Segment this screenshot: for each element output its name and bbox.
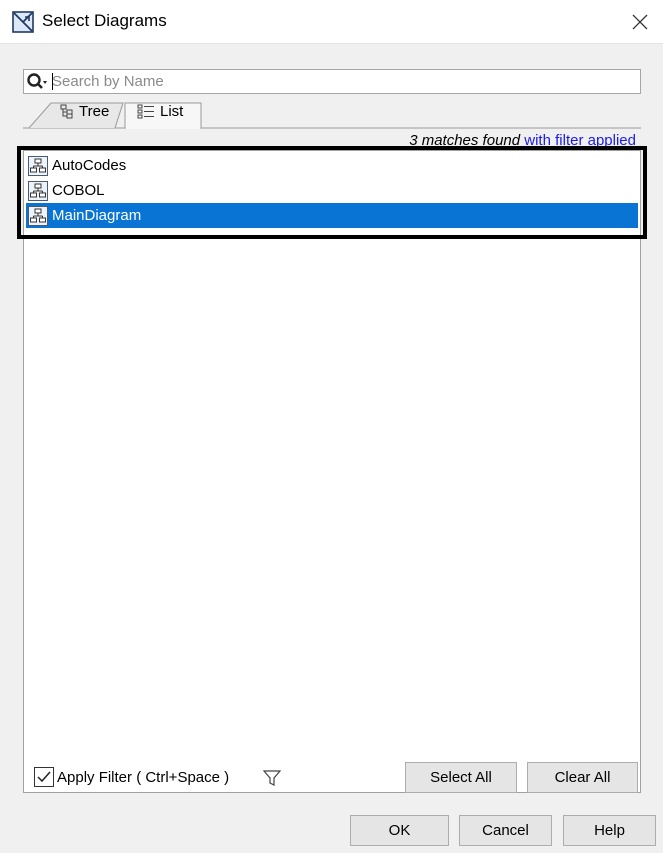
search-icon[interactable] [26, 72, 48, 91]
window-title: Select Diagrams [42, 11, 167, 30]
diagram-list[interactable]: AutoCodes COBOL MainDiagram [23, 150, 641, 793]
clear-all-button[interactable]: Clear All [527, 762, 638, 793]
tree-icon [60, 104, 73, 118]
tab-list-label: List [160, 103, 184, 120]
apply-filter-checkbox[interactable] [34, 767, 54, 787]
tab-tree[interactable]: Tree [60, 103, 109, 120]
search-input[interactable] [52, 72, 632, 91]
close-icon [632, 14, 648, 30]
highlight-frame [17, 146, 647, 239]
diagram-select-icon [12, 11, 34, 33]
ok-button[interactable]: OK [350, 815, 449, 846]
checkmark-icon [37, 771, 51, 783]
tab-strip [23, 102, 641, 129]
apply-filter-label: Apply Filter ( Ctrl+Space ) [57, 768, 230, 786]
list-icon [137, 104, 154, 118]
tab-tree-label: Tree [79, 103, 110, 120]
tab-list[interactable]: List [137, 103, 183, 120]
apply-filter-option[interactable]: Apply Filter ( Ctrl+Space ) [34, 767, 229, 787]
funnel-icon[interactable] [263, 769, 281, 787]
help-button[interactable]: Help [563, 815, 656, 846]
close-button[interactable] [617, 0, 663, 44]
title-bar: Select Diagrams [0, 0, 663, 44]
cancel-button[interactable]: Cancel [459, 815, 552, 846]
dialog-content: Tree List 3 matches found with filter ap… [0, 44, 663, 853]
select-all-button[interactable]: Select All [405, 762, 517, 793]
search-box[interactable] [23, 69, 641, 94]
